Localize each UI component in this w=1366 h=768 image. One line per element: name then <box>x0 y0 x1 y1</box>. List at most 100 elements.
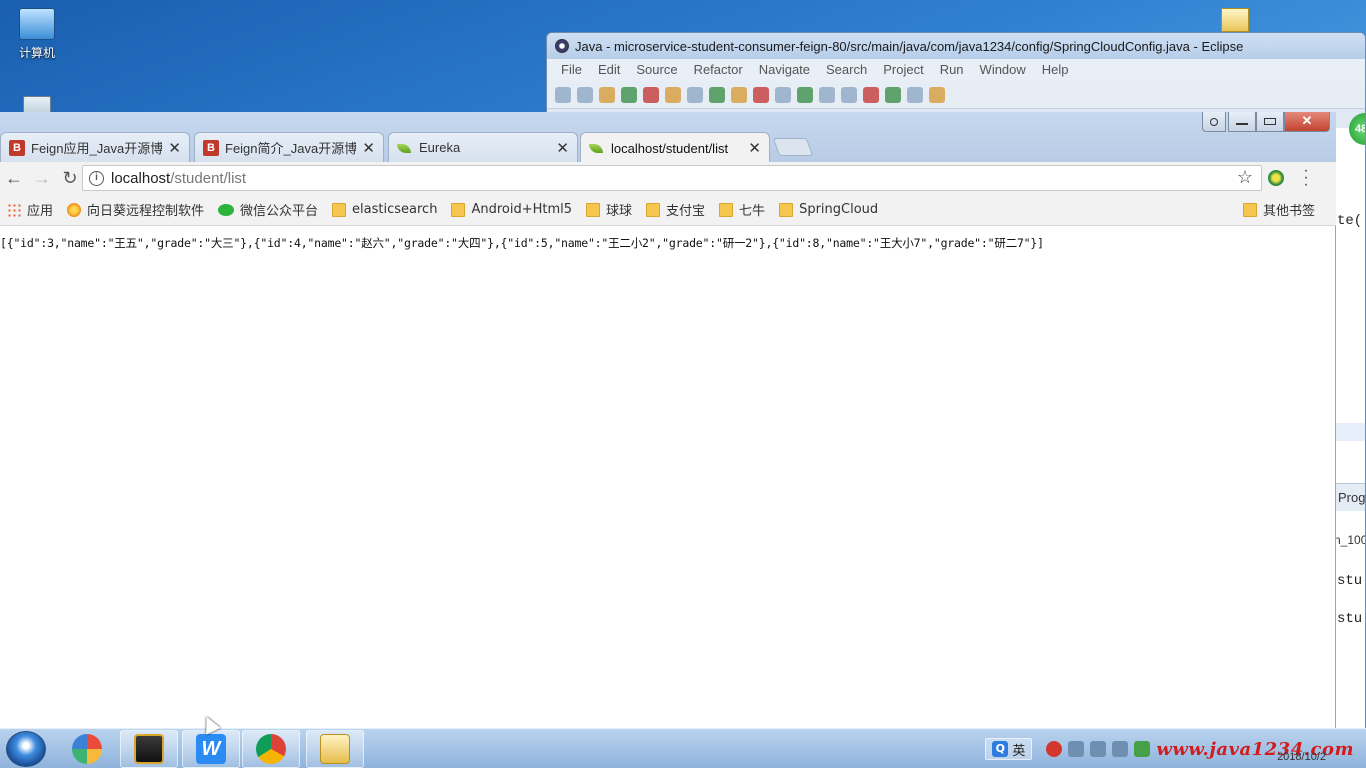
folder-icon <box>586 202 601 217</box>
save-all-icon[interactable] <box>599 86 615 103</box>
run-icon[interactable] <box>709 86 725 103</box>
tab-student-list[interactable]: localhost/student/list ✕ <box>580 132 770 163</box>
task-icon[interactable] <box>797 86 813 103</box>
menu-file[interactable]: File <box>553 59 590 81</box>
folder-icon <box>646 202 661 217</box>
profile-button[interactable] <box>1202 112 1226 132</box>
reload-icon[interactable]: ↻ <box>56 168 84 189</box>
tab-feign-app[interactable]: B Feign应用_Java开源博客 ✕ <box>0 132 190 162</box>
menu-search[interactable]: Search <box>818 59 875 81</box>
back-icon[interactable] <box>929 86 945 103</box>
folder-icon <box>451 202 466 217</box>
stop-icon[interactable] <box>731 86 747 103</box>
menu-help[interactable]: Help <box>1034 59 1077 81</box>
extension-icon[interactable] <box>1268 170 1284 186</box>
tool-icon[interactable] <box>907 86 923 103</box>
arrow-icon[interactable] <box>885 86 901 103</box>
debug-icon[interactable] <box>687 86 703 103</box>
address-bar[interactable]: i localhost/student/list ☆ <box>82 165 1262 191</box>
bookmarks-bar: 应用 向日葵远程控制软件 微信公众平台 elasticsearch Androi… <box>0 194 1336 226</box>
bookmark-android-html5[interactable]: Android+Html5 <box>444 202 579 217</box>
refresh-icon[interactable] <box>819 86 835 103</box>
bookmark-wechat-mp[interactable]: 微信公众平台 <box>211 200 325 219</box>
tab-title: Eureka <box>419 140 461 155</box>
folder-icon[interactable] <box>841 86 857 103</box>
maximize-button[interactable] <box>1256 112 1284 132</box>
start-button[interactable] <box>6 731 46 767</box>
bookmark-icon[interactable] <box>863 86 879 103</box>
desktop-icon-label: 计算机 <box>18 46 55 60</box>
new-tab-button[interactable] <box>772 138 814 156</box>
package-icon[interactable] <box>775 86 791 103</box>
eclipse-title-bar[interactable]: Java - microservice-student-consumer-fei… <box>547 33 1365 59</box>
eclipse-toolbar <box>547 81 1365 109</box>
close-window-button[interactable]: ✕ <box>1284 112 1330 132</box>
taskbar-app-2[interactable] <box>120 730 178 768</box>
new-icon[interactable] <box>555 86 571 103</box>
apps-grid-icon <box>7 202 21 217</box>
bookmark-qiuqiu[interactable]: 球球 <box>579 200 639 219</box>
tab-close-icon[interactable]: ✕ <box>362 139 375 157</box>
page-content: [{"id":3,"name":"王五","grade":"大三"},{"id"… <box>0 227 1330 727</box>
back-arrow-icon[interactable]: ← <box>0 168 28 189</box>
desktop-icon-computer[interactable]: 计算机 <box>2 8 72 61</box>
wechat-icon <box>218 203 235 216</box>
other-bookmarks[interactable]: 其他书签 <box>1236 200 1322 219</box>
bookmark-label: 七牛 <box>739 204 766 219</box>
progress-view-tab[interactable]: Prog <box>1334 483 1365 511</box>
tab-feign-intro[interactable]: B Feign简介_Java开源博客 ✕ <box>194 132 384 162</box>
bookmark-sunlogin[interactable]: 向日葵远程控制软件 <box>60 200 211 219</box>
menu-navigate[interactable]: Navigate <box>751 59 818 81</box>
tray-app-icon[interactable] <box>1046 741 1063 757</box>
save-icon[interactable] <box>577 86 593 103</box>
print-icon[interactable] <box>621 86 637 103</box>
search-icon[interactable] <box>753 86 769 103</box>
skip-icon[interactable] <box>665 86 681 103</box>
minimize-button[interactable] <box>1228 112 1256 132</box>
tray-app-icon[interactable] <box>1068 741 1085 757</box>
editor-code-fragment: te( <box>1337 213 1363 229</box>
folder-icon <box>779 202 794 217</box>
tab-title: localhost/student/list <box>611 140 729 156</box>
bookmark-springcloud[interactable]: SpringCloud <box>772 202 885 217</box>
taskbar-app-1[interactable] <box>58 730 116 768</box>
desktop-folder-icon[interactable] <box>1221 8 1249 32</box>
bookmark-star-icon[interactable]: ☆ <box>1237 167 1253 188</box>
forward-arrow-icon[interactable]: → <box>28 168 56 189</box>
tab-close-icon[interactable]: ✕ <box>168 139 181 157</box>
sunflower-icon <box>67 202 82 217</box>
tab-close-icon[interactable]: ✕ <box>556 139 569 157</box>
menu-edit[interactable]: Edit <box>590 59 628 81</box>
bookmark-qiniu[interactable]: 七牛 <box>712 200 772 219</box>
menu-refactor[interactable]: Refactor <box>686 59 751 81</box>
bookmark-alipay[interactable]: 支付宝 <box>639 200 712 219</box>
menu-window[interactable]: Window <box>972 59 1034 81</box>
tab-title: Feign应用_Java开源博客 <box>31 141 163 156</box>
bookmark-apps[interactable]: 应用 <box>0 200 60 219</box>
clock-date[interactable]: 2018/10/2 <box>1277 751 1326 763</box>
maximize-icon <box>1264 118 1276 125</box>
bookmark-elasticsearch[interactable]: elasticsearch <box>325 202 444 217</box>
tab-close-icon[interactable]: ✕ <box>748 139 761 157</box>
ime-indicator[interactable]: Q 英 <box>985 738 1033 760</box>
terminal-icon[interactable] <box>643 86 659 103</box>
tray-app-icon[interactable] <box>1134 741 1151 757</box>
eclipse-menu-bar: File Edit Source Refactor Navigate Searc… <box>547 59 1365 81</box>
kebab-menu-icon[interactable]: · · · <box>1300 163 1312 193</box>
taskbar-explorer[interactable] <box>306 730 364 768</box>
menu-run[interactable]: Run <box>932 59 972 81</box>
menu-project[interactable]: Project <box>875 59 931 81</box>
network-icon[interactable] <box>1112 741 1129 757</box>
ime-label: 英 <box>1012 743 1026 759</box>
computer-icon <box>19 8 55 40</box>
taskbar-chrome[interactable] <box>242 730 300 768</box>
notification-icon[interactable] <box>1090 741 1107 757</box>
minimize-icon <box>1236 122 1248 125</box>
chrome-window[interactable]: ✕ B Feign应用_Java开源博客 ✕ B Feign简介_Java开源博… <box>0 112 1336 728</box>
menu-source[interactable]: Source <box>628 59 685 81</box>
w-app-icon: W <box>196 734 226 764</box>
taskbar-app-3[interactable]: W <box>182 730 240 768</box>
info-icon[interactable]: i <box>89 170 104 186</box>
bookmark-label: SpringCloud <box>799 202 879 217</box>
tab-eureka[interactable]: Eureka ✕ <box>388 132 578 162</box>
